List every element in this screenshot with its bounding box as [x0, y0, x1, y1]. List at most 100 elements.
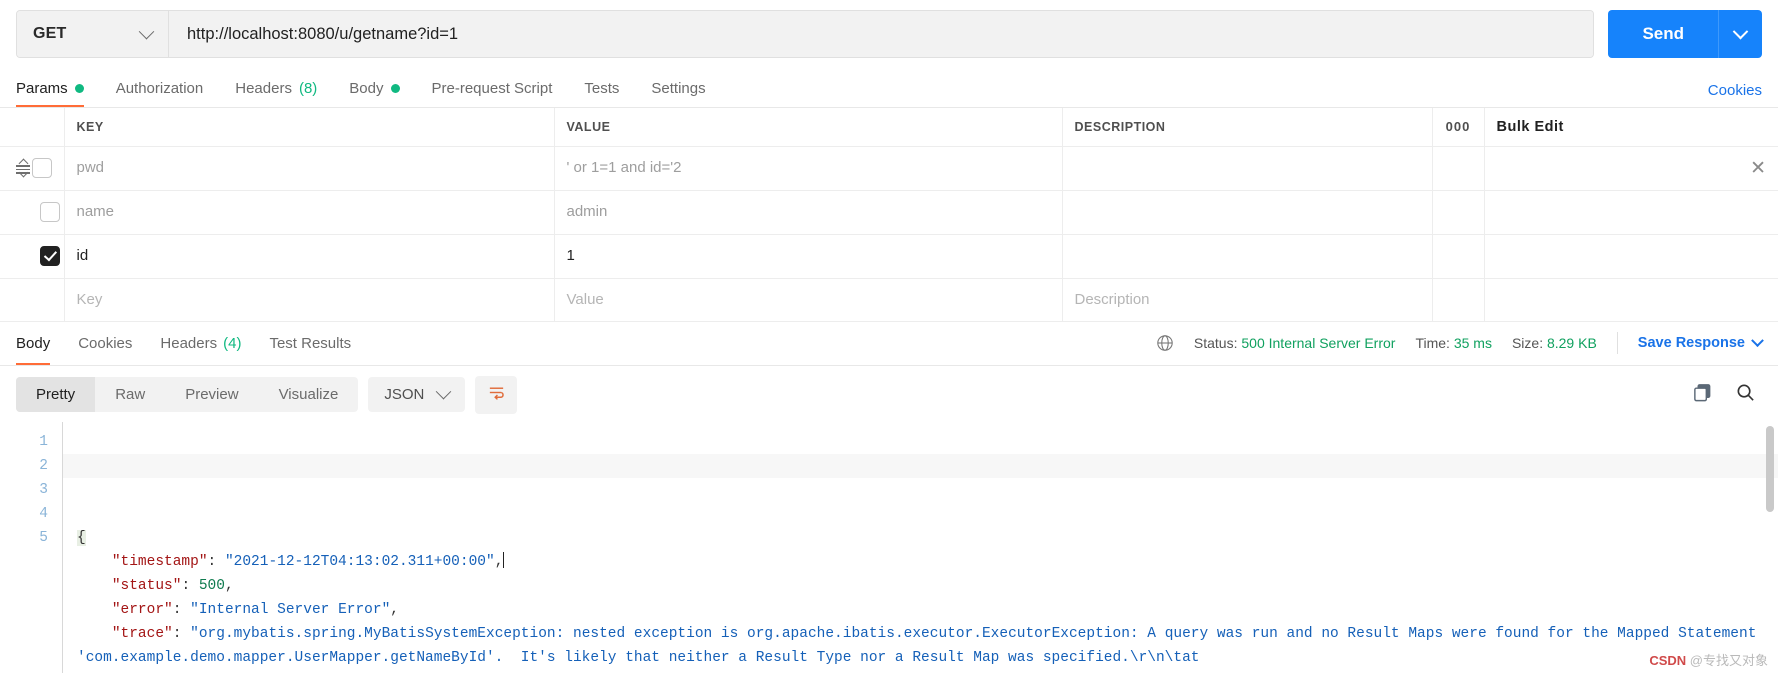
row-actions-cell — [1484, 234, 1778, 279]
search-button[interactable] — [1735, 382, 1756, 408]
size-label: Size: — [1511, 335, 1544, 351]
time-label: Time: — [1415, 335, 1450, 351]
row-value: ' or 1=1 and id='2 — [566, 159, 682, 176]
view-controls: Pretty Raw Preview Visualize JSON — [16, 375, 518, 414]
chevron-down-icon — [436, 383, 452, 400]
chevron-down-icon — [1751, 333, 1764, 347]
new-value-cell[interactable]: Value — [554, 278, 1063, 322]
tab-headers[interactable]: Headers (8) — [235, 69, 333, 107]
row-key: name — [76, 203, 115, 220]
table-row[interactable]: name admin — [0, 190, 1778, 235]
response-body-viewer[interactable]: 1 2 3 4 5 { "timestamp": "2021-12-12T04:… — [0, 421, 1778, 673]
code-token: , — [224, 577, 234, 594]
http-method-selector[interactable]: GET — [17, 11, 169, 57]
response-tab-cookies[interactable]: Cookies — [78, 321, 132, 365]
new-value-placeholder: Value — [566, 290, 604, 308]
tab-label: Body — [16, 334, 51, 352]
params-table-head: KEY VALUE DESCRIPTION 000 Bulk Edit — [0, 108, 1778, 147]
copy-icon — [1692, 382, 1713, 408]
view-mode-visualize[interactable]: Visualize — [259, 377, 359, 412]
table-header-row: KEY VALUE DESCRIPTION 000 Bulk Edit — [0, 108, 1778, 147]
row-description-cell[interactable] — [1062, 146, 1433, 191]
new-key-cell[interactable]: Key — [64, 278, 555, 322]
send-button[interactable]: Send — [1608, 10, 1718, 58]
send-options-button[interactable] — [1718, 10, 1762, 58]
row-checkbox[interactable] — [40, 202, 60, 222]
code-token: "timestamp" — [111, 553, 208, 570]
format-selector[interactable]: JSON — [368, 377, 466, 412]
code-line: "timestamp": "2021-12-12T04:13:02.311+00… — [77, 550, 1778, 574]
url-input[interactable] — [185, 23, 1578, 45]
view-mode-pretty[interactable]: Pretty — [16, 377, 96, 412]
row-checkbox[interactable] — [40, 246, 60, 266]
json-code-content[interactable]: { "timestamp": "2021-12-12T04:13:02.311+… — [62, 421, 1778, 673]
tab-authorization[interactable]: Authorization — [116, 69, 220, 107]
response-tab-test-results[interactable]: Test Results — [269, 321, 351, 365]
code-scrollbar-thumb[interactable] — [1766, 425, 1774, 512]
view-mode-preview[interactable]: Preview — [165, 377, 258, 412]
green-dot-icon — [74, 83, 84, 93]
table-row[interactable]: id 1 — [0, 234, 1778, 279]
url-input-wrap — [169, 11, 1594, 57]
close-icon[interactable]: ✕ — [1750, 147, 1766, 190]
row-key-cell[interactable]: name — [64, 190, 555, 235]
code-scrollbar[interactable] — [1766, 422, 1776, 673]
tab-label: Pre-request Script — [431, 79, 553, 97]
row-value-cell[interactable]: admin — [554, 190, 1063, 235]
view-mode-raw[interactable]: Raw — [95, 377, 165, 412]
row-value-cell[interactable]: 1 — [554, 234, 1063, 279]
copy-button[interactable] — [1692, 382, 1713, 408]
tab-params[interactable]: Params — [16, 69, 100, 107]
row-description-cell[interactable] — [1062, 190, 1433, 235]
response-tab-headers[interactable]: Headers (4) — [160, 321, 241, 365]
cookies-link[interactable]: Cookies — [1708, 82, 1762, 107]
params-table-body: pwd ' or 1=1 and id='2 ✕ name admin id 1… — [0, 146, 1778, 322]
new-description-cell[interactable]: Description — [1062, 278, 1433, 322]
url-group: GET — [16, 10, 1595, 58]
request-tabs-bar: Params Authorization Headers (8) Body Pr… — [0, 70, 1778, 108]
status-value: 500 Internal Server Error — [1241, 335, 1396, 351]
params-options-button[interactable]: 000 — [1432, 108, 1485, 147]
row-grip-cell — [0, 146, 65, 191]
search-icon — [1735, 382, 1756, 408]
code-token: : — [207, 553, 225, 570]
request-tabs: Params Authorization Headers (8) Body Pr… — [16, 69, 738, 107]
code-token: : — [181, 577, 199, 594]
row-key-cell[interactable]: id — [64, 234, 555, 279]
tab-label: Test Results — [269, 334, 352, 352]
line-number: 1 — [39, 433, 48, 450]
save-response-button[interactable]: Save Response — [1638, 333, 1764, 351]
bulk-edit-label: Bulk Edit — [1496, 118, 1564, 135]
tab-settings[interactable]: Settings — [651, 69, 721, 107]
watermark: CSDN @专找又对象 — [1649, 650, 1768, 669]
chevron-down-icon — [1732, 23, 1749, 39]
bulk-edit-button[interactable]: Bulk Edit — [1484, 108, 1778, 147]
time-text: Time: 35 ms — [1415, 335, 1492, 351]
tab-pre-request-script[interactable]: Pre-request Script — [432, 69, 569, 107]
row-description-cell[interactable] — [1062, 234, 1433, 279]
code-line: { — [77, 526, 1778, 550]
row-checkbox[interactable] — [31, 158, 52, 178]
http-method-label: GET — [33, 25, 67, 42]
word-wrap-button[interactable] — [475, 375, 518, 414]
tab-body[interactable]: Body — [349, 69, 415, 107]
drag-handle-icon[interactable] — [16, 160, 30, 176]
response-tab-body[interactable]: Body — [16, 321, 51, 365]
row-grip-cell — [0, 190, 65, 235]
code-token: "Internal Server Error" — [190, 601, 391, 618]
response-view-toolbar: Pretty Raw Preview Visualize JSON — [0, 366, 1778, 422]
code-line: "error": "Internal Server Error", — [77, 598, 1778, 622]
table-row-placeholder[interactable]: Key Value Description — [0, 278, 1778, 322]
size-text: Size: 8.29 KB — [1512, 335, 1597, 351]
row-value-cell[interactable]: ' or 1=1 and id='2 — [554, 146, 1063, 191]
tab-label: Headers — [160, 334, 218, 352]
th-value: VALUE — [554, 108, 1063, 147]
line-number-gutter: 1 2 3 4 5 — [0, 422, 62, 673]
row-key-cell[interactable]: pwd — [64, 146, 555, 191]
table-row[interactable]: pwd ' or 1=1 and id='2 ✕ — [0, 146, 1778, 191]
params-table: KEY VALUE DESCRIPTION 000 Bulk Edit pwd … — [0, 108, 1778, 322]
tab-tests[interactable]: Tests — [584, 69, 635, 107]
response-meta: Status: 500 Internal Server Error Time: … — [1156, 332, 1764, 354]
